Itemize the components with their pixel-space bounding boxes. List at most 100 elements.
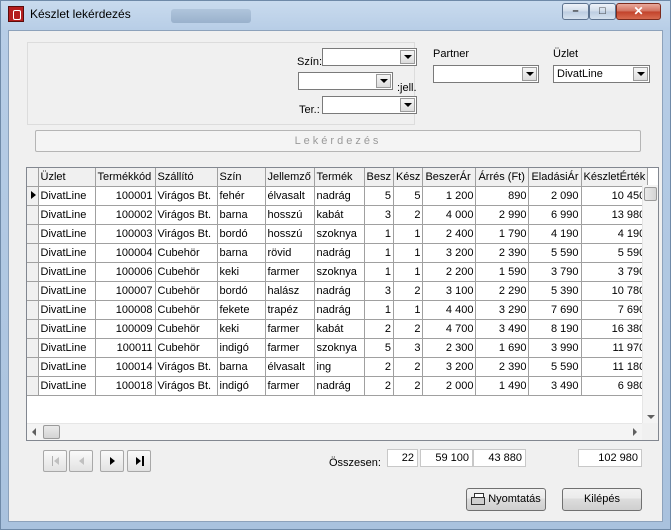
table-cell[interactable]: 2 000 [422,376,477,396]
table-cell[interactable]: 2 [393,376,424,396]
table-cell[interactable]: ing [314,357,365,377]
table-cell[interactable]: szoknya [314,224,365,244]
partner-dropdown-arrow-icon[interactable] [522,67,537,81]
table-cell[interactable]: Virágos Bt. [155,357,218,377]
table-cell[interactable]: Cubehör [155,338,218,358]
table-cell[interactable]: 2 090 [528,186,582,206]
last-record-button[interactable] [127,450,151,472]
row-indicator[interactable] [27,205,39,225]
table-cell[interactable]: 4 400 [422,300,477,320]
table-cell[interactable]: nadrág [314,376,365,396]
table-cell[interactable]: Virágos Bt. [155,376,218,396]
table-cell[interactable]: 1 [364,243,394,263]
table-cell[interactable]: 100007 [95,281,156,301]
vertical-scrollbar[interactable] [642,185,658,423]
row-indicator[interactable] [27,319,39,339]
uzlet-dropdown-arrow-icon[interactable] [633,67,648,81]
table-cell[interactable]: 3 200 [422,243,477,263]
table-cell[interactable]: DivatLine [38,205,96,225]
table-cell[interactable]: farmer [265,262,315,282]
next-record-button[interactable] [100,450,124,472]
table-cell[interactable]: rövid [265,243,315,263]
table-cell[interactable]: 11 970 [581,338,649,358]
table-cell[interactable]: fehér [217,186,266,206]
horizontal-scroll-thumb[interactable] [43,425,60,439]
table-cell[interactable]: farmer [265,376,315,396]
table-cell[interactable]: 7 690 [528,300,582,320]
table-cell[interactable]: 2 990 [475,205,530,225]
table-cell[interactable]: DivatLine [38,319,96,339]
table-cell[interactable]: élvasalt [265,186,315,206]
column-header[interactable]: Kész [393,168,424,187]
table-cell[interactable]: Virágos Bt. [155,186,218,206]
table-cell[interactable]: hosszú [265,224,315,244]
row-indicator[interactable] [27,281,39,301]
horizontal-scrollbar[interactable] [27,423,642,440]
table-cell[interactable]: Cubehör [155,243,218,263]
table-cell[interactable]: szoknya [314,338,365,358]
table-cell[interactable]: Virágos Bt. [155,205,218,225]
row-indicator[interactable] [27,376,39,396]
termek-combo[interactable] [322,96,417,114]
table-cell[interactable]: 1 [364,262,394,282]
table-cell[interactable]: 1 [393,300,424,320]
table-cell[interactable]: élvasalt [265,357,315,377]
table-cell[interactable]: DivatLine [38,262,96,282]
table-cell[interactable]: DivatLine [38,186,96,206]
table-cell[interactable]: 6 990 [528,205,582,225]
table-cell[interactable]: 100002 [95,205,156,225]
table-row[interactable]: DivatLine 100001 Virágos Bt. fehér élvasalt n… [27,186,649,206]
table-cell[interactable]: 1 490 [475,376,530,396]
table-cell[interactable]: barna [217,357,266,377]
table-cell[interactable]: 2 300 [422,338,477,358]
table-cell[interactable]: 100014 [95,357,156,377]
table-row[interactable]: DivatLine 100009 Cubehör keki farmer kabát 2 2 4… [27,319,649,339]
scroll-down-arrow-icon[interactable] [647,415,655,419]
table-cell[interactable]: nadrág [314,243,365,263]
table-cell[interactable]: 1 200 [422,186,477,206]
table-cell[interactable]: 4 190 [581,224,649,244]
column-header[interactable]: Szín [217,168,266,187]
table-cell[interactable]: DivatLine [38,376,96,396]
table-cell[interactable]: farmer [265,338,315,358]
table-cell[interactable]: 100009 [95,319,156,339]
table-cell[interactable]: 2 [364,357,394,377]
table-cell[interactable]: hosszú [265,205,315,225]
table-cell[interactable]: DivatLine [38,300,96,320]
table-cell[interactable]: 4 190 [528,224,582,244]
table-cell[interactable]: barna [217,243,266,263]
table-cell[interactable]: 1 [393,262,424,282]
table-cell[interactable]: 890 [475,186,530,206]
table-cell[interactable]: 5 390 [528,281,582,301]
table-cell[interactable]: 3 200 [422,357,477,377]
table-cell[interactable]: Cubehör [155,262,218,282]
row-indicator[interactable] [27,357,39,377]
table-cell[interactable]: 2 [364,376,394,396]
table-cell[interactable]: barna [217,205,266,225]
column-header[interactable]: Árrés (Ft) [475,168,530,187]
jellemzo-combo[interactable] [298,72,393,90]
partner-combo[interactable] [433,65,539,83]
table-row[interactable]: DivatLine 100018 Virágos Bt. indigó farmer na… [27,376,649,396]
table-cell[interactable]: 6 980 [581,376,649,396]
table-cell[interactable]: Cubehör [155,300,218,320]
table-cell[interactable]: 10 450 [581,186,649,206]
table-cell[interactable]: 2 [364,319,394,339]
table-cell[interactable]: 1 790 [475,224,530,244]
table-cell[interactable]: 1 [364,300,394,320]
table-cell[interactable]: 16 380 [581,319,649,339]
table-cell[interactable]: nadrág [314,300,365,320]
table-cell[interactable]: 3 490 [475,319,530,339]
column-header[interactable]: Szállító [155,168,218,187]
table-cell[interactable]: 8 190 [528,319,582,339]
table-cell[interactable]: 2 290 [475,281,530,301]
column-header[interactable]: Jellemző [265,168,315,187]
table-cell[interactable]: 10 780 [581,281,649,301]
table-cell[interactable]: 100004 [95,243,156,263]
table-cell[interactable]: indigó [217,338,266,358]
table-cell[interactable]: 100001 [95,186,156,206]
table-cell[interactable]: bordó [217,224,266,244]
scroll-left-arrow-icon[interactable] [32,428,36,436]
table-cell[interactable]: 1 690 [475,338,530,358]
scroll-right-arrow-icon[interactable] [633,428,637,436]
